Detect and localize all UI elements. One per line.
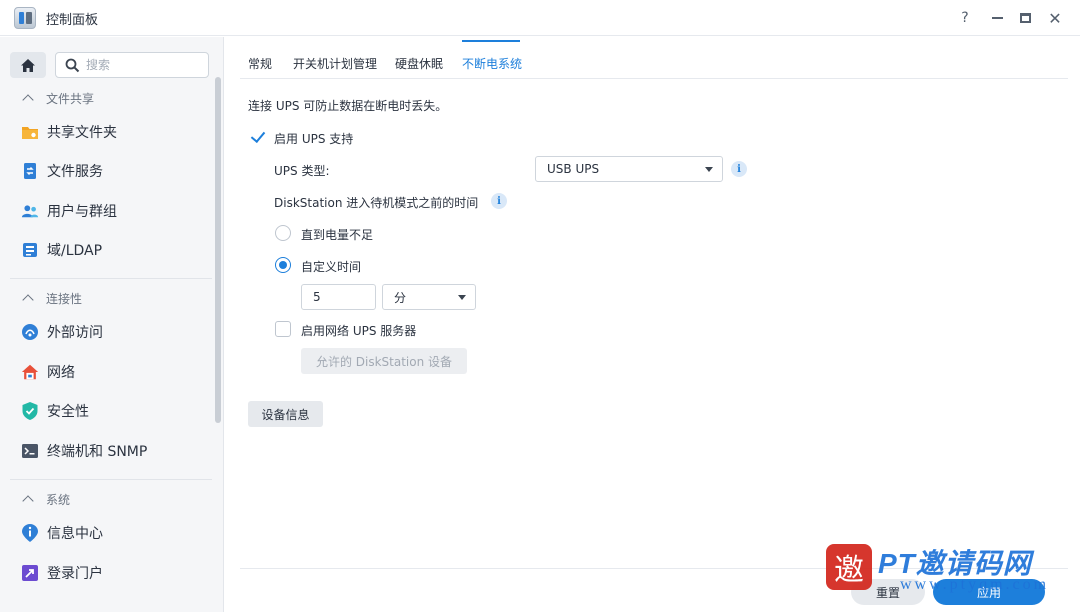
network-house-icon [21, 363, 39, 381]
footer-divider [240, 568, 1068, 569]
sidebar-item-label: 终端机和 SNMP [47, 444, 148, 460]
radio-until-low-battery[interactable] [275, 225, 291, 241]
enable-network-ups-label: 启用网络 UPS 服务器 [301, 324, 417, 338]
search-icon [65, 58, 80, 73]
chevron-up-icon [22, 94, 34, 106]
dropdown-caret-icon [705, 167, 713, 172]
terminal-icon [21, 442, 39, 460]
help-button[interactable]: ? [953, 6, 977, 30]
sidebar-item-login-portal[interactable]: 登录门户 [10, 557, 212, 589]
home-icon [21, 58, 35, 72]
maximize-icon [1019, 13, 1031, 23]
dropdown-caret-icon [458, 295, 466, 300]
sidebar-item-partial[interactable] [10, 597, 212, 612]
group-title: 连接性 [46, 291, 83, 306]
login-portal-icon [21, 564, 39, 582]
device-info-button[interactable]: 设备信息 [248, 401, 323, 427]
info-icon[interactable]: i [731, 161, 747, 177]
sidebar-item-info-center[interactable]: 信息中心 [10, 517, 212, 549]
sidebar-divider [10, 479, 212, 480]
sidebar-item-label: 域/LDAP [47, 243, 103, 259]
sidebar-item-label: 文件服务 [47, 164, 103, 180]
radio-until-low-battery-label: 直到电量不足 [301, 228, 374, 242]
custom-time-input[interactable]: 5 [301, 284, 376, 310]
sidebar-item-domain-ldap[interactable]: 域/LDAP [10, 234, 212, 266]
enable-ups-checkbox[interactable] [250, 129, 266, 145]
group-connectivity[interactable]: 连接性 [22, 288, 83, 308]
tab-ups[interactable]: 不断电系统 [462, 55, 522, 72]
close-button[interactable]: ✕ [1043, 6, 1067, 30]
sidebar-item-label: 安全性 [47, 404, 89, 420]
chevron-up-icon [22, 495, 34, 507]
time-unit-select[interactable]: 分 [382, 284, 476, 310]
sidebar-item-security[interactable]: 安全性 [10, 395, 212, 427]
ups-type-label: UPS 类型: [274, 164, 330, 178]
apply-button[interactable]: 应用 [933, 579, 1045, 605]
tab-general[interactable]: 常规 [248, 55, 272, 72]
folder-share-icon [21, 123, 39, 141]
sidebar-divider [10, 278, 212, 279]
group-title: 系统 [46, 492, 71, 507]
window-title: 控制面板 [46, 13, 99, 28]
search-input[interactable] [86, 56, 204, 74]
sidebar-item-label: 共享文件夹 [47, 125, 117, 141]
watermark-text: PT邀请码网 [878, 548, 1032, 579]
maximize-button[interactable] [1013, 6, 1037, 30]
ups-type-select[interactable]: USB UPS [535, 156, 723, 182]
reset-button[interactable]: 重置 [851, 579, 925, 605]
enable-ups-label: 启用 UPS 支持 [274, 132, 354, 146]
ups-type-value: USB UPS [547, 162, 600, 176]
minimize-icon [991, 17, 1003, 19]
sidebar-item-external-access[interactable]: 外部访问 [10, 316, 212, 348]
external-access-icon [21, 323, 39, 341]
info-icon[interactable]: i [491, 193, 507, 209]
users-groups-icon [21, 202, 39, 220]
enable-network-ups-checkbox[interactable] [275, 321, 291, 337]
radio-custom-time-label: 自定义时间 [301, 260, 362, 274]
sidebar-item-shared-folder[interactable]: 共享文件夹 [10, 116, 212, 148]
standby-time-label: DiskStation 进入待机模式之前的时间 [274, 196, 479, 210]
sidebar-item-label: 登录门户 [47, 566, 103, 582]
sidebar-scrollbar[interactable] [215, 77, 221, 423]
radio-custom-time[interactable] [275, 257, 291, 273]
shield-check-icon [21, 402, 39, 420]
partial-item-icon [21, 604, 39, 612]
sidebar-item-terminal-snmp[interactable]: 终端机和 SNMP [10, 435, 212, 467]
sidebar-item-label: 外部访问 [47, 325, 103, 341]
sidebar-item-file-services[interactable]: 文件服务 [10, 155, 212, 187]
search-box[interactable] [55, 52, 209, 78]
tab-bar: 常规 开关机计划管理 硬盘休眠 不断电系统 [240, 37, 1068, 79]
group-file-sharing[interactable]: 文件共享 [22, 88, 95, 108]
ups-description: 连接 UPS 可防止数据在断电时丢失。 [248, 99, 448, 113]
minimize-button[interactable] [985, 6, 1009, 30]
allowed-diskstation-devices-button[interactable]: 允许的 DiskStation 设备 [301, 348, 467, 374]
time-unit-value: 分 [394, 290, 407, 305]
group-title: 文件共享 [46, 91, 95, 106]
chevron-up-icon [22, 294, 34, 306]
sidebar: 文件共享 共享文件夹 文件服务 用户与群组 域/LDAP 连接性 外部访问 网络… [0, 37, 224, 612]
sidebar-item-label: 信息中心 [47, 526, 103, 542]
title-bar: 控制面板 ? ✕ [0, 0, 1080, 36]
sidebar-item-network[interactable]: 网络 [10, 356, 212, 388]
sidebar-item-users-groups[interactable]: 用户与群组 [10, 195, 212, 227]
sidebar-item-label: 用户与群组 [47, 204, 117, 220]
file-services-icon [21, 162, 39, 180]
tab-hdd-hibernation[interactable]: 硬盘休眠 [395, 55, 443, 72]
tab-power-schedule[interactable]: 开关机计划管理 [293, 55, 377, 72]
info-center-icon [21, 524, 39, 542]
group-system[interactable]: 系统 [22, 489, 71, 509]
sidebar-item-label: 网络 [47, 365, 75, 381]
domain-ldap-icon [21, 241, 39, 259]
home-button[interactable] [10, 52, 46, 78]
control-panel-app-icon [14, 7, 36, 29]
active-tab-indicator [462, 40, 520, 42]
